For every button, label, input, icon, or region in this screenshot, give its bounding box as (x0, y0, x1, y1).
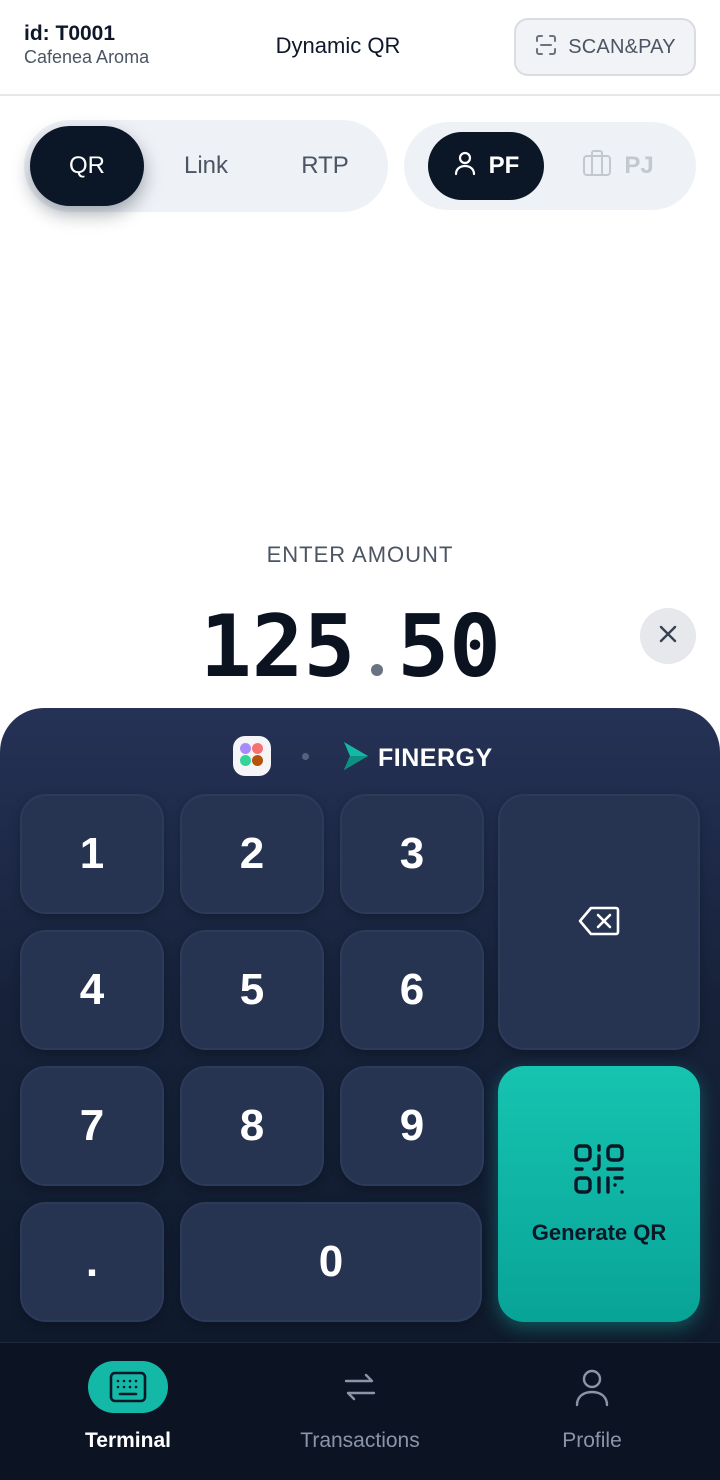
amount-decimal: 50 (397, 597, 501, 697)
amount-integer: 125 (200, 597, 356, 697)
tab-link[interactable]: Link (149, 126, 263, 206)
amount-label: ENTER AMOUNT (266, 542, 454, 567)
mode-selector: QR Link RTP (24, 120, 388, 212)
brand-name: FINERGY (378, 744, 493, 772)
close-icon (658, 624, 678, 649)
top-header: id: T0001 Cafenea Aroma Dynamic QR SCAN&… (0, 0, 720, 96)
keypad-panel: FINERGY 1 2 3 4 5 6 7 8 9 Generate QR . … (0, 708, 720, 1348)
key-0[interactable]: 0 (180, 1202, 482, 1322)
mia-logo-icon (233, 736, 271, 776)
key-decimal[interactable]: . (20, 1202, 164, 1322)
scan-pay-button[interactable]: SCAN&PAY (514, 18, 696, 76)
key-3[interactable]: 3 (340, 794, 484, 914)
key-5[interactable]: 5 (180, 930, 324, 1050)
key-6[interactable]: 6 (340, 930, 484, 1050)
key-4[interactable]: 4 (20, 930, 164, 1050)
brand-row: FINERGY (0, 728, 720, 784)
scan-icon (534, 33, 558, 62)
separator-dot (302, 753, 309, 760)
transfer-arrows-icon (340, 1361, 380, 1413)
nav-profile-label: Profile (562, 1429, 622, 1452)
person-icon (453, 150, 477, 183)
nav-profile[interactable]: Profile (472, 1343, 712, 1480)
generate-qr-label: Generate QR (531, 1219, 667, 1245)
key-2[interactable]: 2 (180, 794, 324, 914)
briefcase-icon (582, 149, 612, 184)
key-8[interactable]: 8 (180, 1066, 324, 1186)
decimal-separator (371, 664, 384, 676)
finergy-logo: FINERGY (342, 740, 493, 777)
user-icon (572, 1361, 612, 1413)
backspace-icon (578, 897, 620, 947)
amount-display: 125 50 (200, 590, 501, 690)
nav-terminal[interactable]: Terminal (8, 1343, 248, 1480)
nav-transactions-label: Transactions (300, 1429, 420, 1452)
key-7[interactable]: 7 (20, 1066, 164, 1186)
scan-pay-label: SCAN&PAY (568, 35, 676, 58)
nav-terminal-label: Terminal (85, 1429, 171, 1452)
entity-selector: PF PJ (404, 122, 696, 210)
generate-qr-button[interactable]: Generate QR (498, 1066, 700, 1322)
clear-amount-button[interactable] (640, 608, 696, 664)
keyboard-icon (88, 1361, 168, 1413)
backspace-button[interactable] (498, 794, 700, 1050)
tab-qr[interactable]: QR (30, 126, 144, 206)
bottom-nav: Terminal Transactions Profile (0, 1342, 720, 1480)
tab-rtp[interactable]: RTP (268, 126, 382, 206)
finergy-logo-icon (342, 740, 370, 777)
key-1[interactable]: 1 (20, 794, 164, 914)
tab-pj[interactable]: PJ (560, 132, 676, 200)
key-9[interactable]: 9 (340, 1066, 484, 1186)
tab-pj-label: PJ (624, 152, 654, 179)
tab-pf-label: PF (488, 152, 520, 179)
tab-pf[interactable]: PF (428, 132, 544, 200)
nav-transactions[interactable]: Transactions (240, 1343, 480, 1480)
qr-code-icon (573, 1143, 625, 1206)
